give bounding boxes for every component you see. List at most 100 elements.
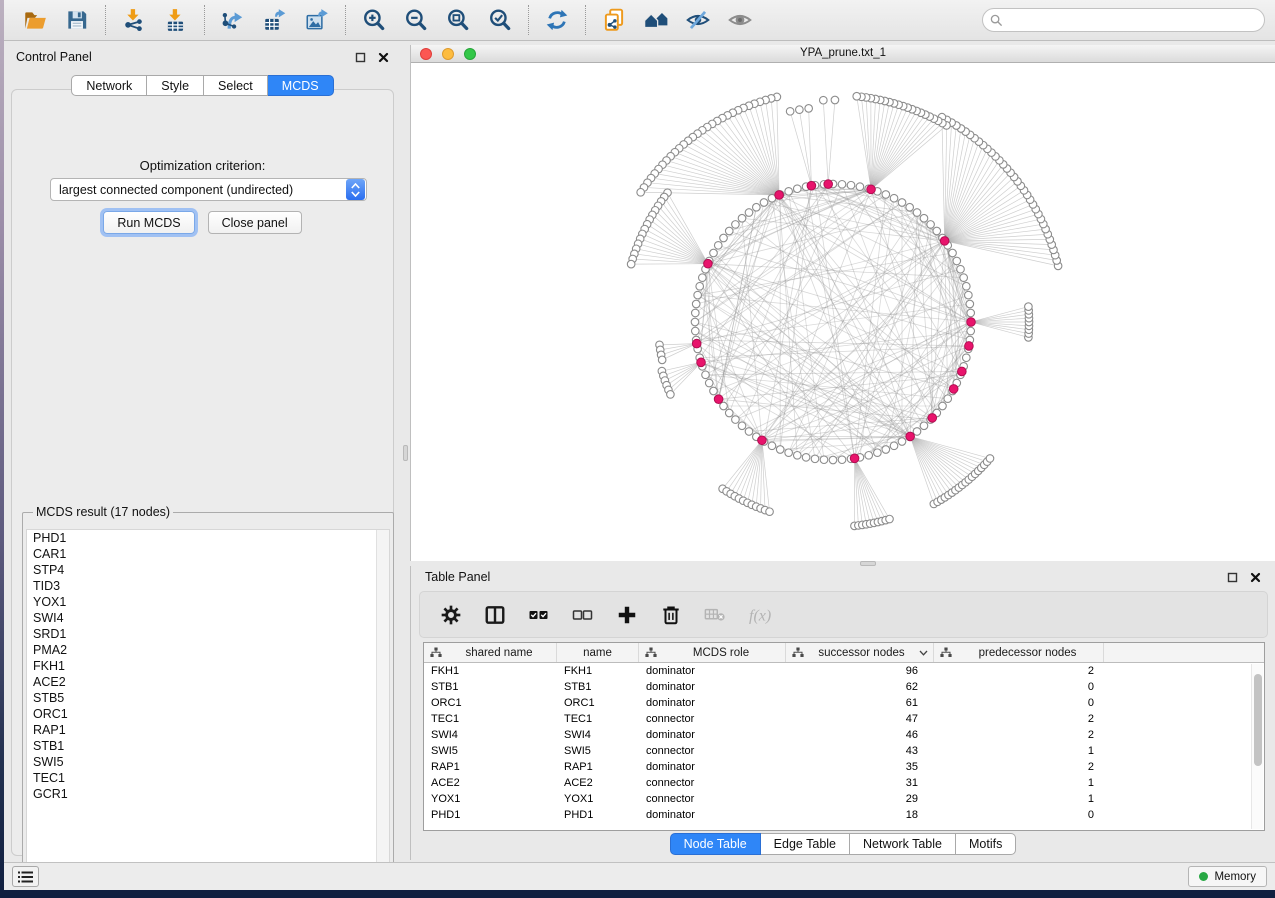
table-row[interactable]: SWI5SWI5connector431 (424, 743, 1264, 759)
column-header-successor-nodes[interactable]: successor nodes (786, 643, 934, 662)
network-titlebar[interactable]: YPA_prune.txt_1 (411, 45, 1275, 63)
mcds-result-item[interactable]: PMA2 (27, 642, 389, 658)
mcds-result-item[interactable]: SRD1 (27, 626, 389, 642)
table-row[interactable]: STB1STB1dominator620 (424, 679, 1264, 695)
node-table-header: shared namenameMCDS rolesuccessor nodesp… (424, 643, 1264, 663)
mcds-result-item[interactable]: STP4 (27, 562, 389, 578)
table-row[interactable]: PHD1PHD1dominator180 (424, 807, 1264, 823)
vertical-splitter[interactable] (401, 45, 410, 861)
mcds-result-item[interactable]: PHD1 (27, 530, 389, 546)
tab-style[interactable]: Style (147, 75, 204, 96)
run-mcds-button[interactable]: Run MCDS (103, 211, 194, 234)
table-row[interactable]: ORC1ORC1dominator610 (424, 695, 1264, 711)
mcds-result-item[interactable]: RAP1 (27, 722, 389, 738)
delete-column-icon[interactable] (660, 604, 682, 626)
deselect-all-icon[interactable] (572, 604, 594, 626)
clone-network-icon[interactable] (593, 3, 635, 37)
zoom-selected-icon[interactable] (479, 3, 521, 37)
search-box[interactable] (982, 8, 1265, 32)
table-row[interactable]: FKH1FKH1dominator962 (424, 663, 1264, 679)
column-header-shared-name[interactable]: shared name (424, 643, 557, 662)
close-panel-icon[interactable] (1250, 572, 1261, 583)
hide-selected-icon[interactable] (677, 3, 719, 37)
task-history-button[interactable] (12, 866, 39, 887)
table-row[interactable]: SWI4SWI4dominator462 (424, 727, 1264, 743)
app-window: Control Panel Optimization criterion: la… (4, 0, 1275, 890)
apply-layout-icon[interactable] (536, 3, 578, 37)
mcds-result-item[interactable]: ORC1 (27, 706, 389, 722)
mcds-result-list[interactable]: PHD1CAR1STP4TID3YOX1SWI4SRD1PMA2FKH1ACE2… (26, 529, 390, 880)
tab-edge-table[interactable]: Edge Table (761, 833, 850, 855)
table-cell: dominator (639, 759, 786, 775)
column-header-predecessor-nodes[interactable]: predecessor nodes (934, 643, 1104, 662)
mcds-result-item[interactable]: TID3 (27, 578, 389, 594)
show-all-icon[interactable] (719, 3, 761, 37)
table-row[interactable]: RAP1RAP1dominator352 (424, 759, 1264, 775)
table-row[interactable]: YOX1YOX1connector291 (424, 791, 1264, 807)
table-scrollbar-thumb[interactable] (1254, 674, 1262, 766)
column-header-name[interactable]: name (557, 643, 639, 662)
table-scrollbar[interactable] (1251, 664, 1263, 829)
mcds-result-item[interactable]: SWI4 (27, 610, 389, 626)
table-cell: 0 (934, 679, 1104, 695)
memory-button[interactable]: Memory (1188, 866, 1267, 887)
search-input[interactable] (1008, 10, 1257, 30)
export-network-icon[interactable] (212, 3, 254, 37)
tab-network-table[interactable]: Network Table (850, 833, 956, 855)
mcds-result-item[interactable]: YOX1 (27, 594, 389, 610)
close-window-icon[interactable] (420, 48, 432, 60)
toolbar-separator (204, 5, 205, 35)
splitter-handle[interactable] (403, 445, 408, 461)
mcds-result-item[interactable]: FKH1 (27, 658, 389, 674)
mcds-result-item[interactable]: GCR1 (27, 786, 389, 802)
svg-text:f(x): f(x) (749, 607, 771, 624)
tab-network[interactable]: Network (71, 75, 147, 96)
mcds-result-item[interactable]: STB1 (27, 738, 389, 754)
pin-panel-icon[interactable] (484, 604, 506, 626)
mcds-result-item[interactable]: CAR1 (27, 546, 389, 562)
table-cell: 1 (934, 775, 1104, 791)
import-network-icon[interactable] (113, 3, 155, 37)
float-panel-icon[interactable] (1227, 572, 1238, 583)
tab-motifs[interactable]: Motifs (956, 833, 1016, 855)
select-all-icon[interactable] (528, 604, 550, 626)
table-row[interactable]: TEC1TEC1connector472 (424, 711, 1264, 727)
table-cell: 35 (786, 759, 934, 775)
minimize-window-icon[interactable] (442, 48, 454, 60)
mcds-tab-content: Optimization criterion: largest connecte… (11, 89, 394, 856)
node-table[interactable]: shared namenameMCDS rolesuccessor nodesp… (423, 642, 1265, 831)
table-cell: 18 (786, 807, 934, 823)
first-neighbors-icon[interactable] (635, 3, 677, 37)
mcds-result-item[interactable]: SWI5 (27, 754, 389, 770)
table-cell: 2 (934, 727, 1104, 743)
mcds-items-holder: PHD1CAR1STP4TID3YOX1SWI4SRD1PMA2FKH1ACE2… (27, 530, 389, 802)
table-row[interactable]: ACE2ACE2connector311 (424, 775, 1264, 791)
mcds-list-scrollbar[interactable] (376, 530, 389, 879)
table-cell: ORC1 (424, 695, 557, 711)
table-cell: PHD1 (557, 807, 639, 823)
network-canvas[interactable] (411, 63, 1275, 561)
add-column-icon[interactable] (616, 604, 638, 626)
table-settings-icon[interactable] (440, 604, 462, 626)
column-header-MCDS-role[interactable]: MCDS role (639, 643, 786, 662)
close-panel-button[interactable]: Close panel (208, 211, 302, 234)
zoom-fit-icon[interactable] (437, 3, 479, 37)
tab-mcds[interactable]: MCDS (268, 75, 334, 96)
close-panel-icon[interactable] (378, 52, 389, 63)
mcds-result-item[interactable]: TEC1 (27, 770, 389, 786)
open-file-icon[interactable] (14, 3, 56, 37)
import-table-icon[interactable] (155, 3, 197, 37)
tab-node-table[interactable]: Node Table (670, 833, 761, 855)
mcds-result-fieldset: MCDS result (17 nodes) PHD1CAR1STP4TID3Y… (22, 512, 394, 884)
float-panel-icon[interactable] (355, 52, 366, 63)
tab-select[interactable]: Select (204, 75, 268, 96)
maximize-window-icon[interactable] (464, 48, 476, 60)
zoom-in-icon[interactable] (353, 3, 395, 37)
save-session-icon[interactable] (56, 3, 98, 37)
export-image-icon[interactable] (296, 3, 338, 37)
optimization-criterion-select[interactable]: largest connected component (undirected) (50, 178, 367, 201)
export-table-icon[interactable] (254, 3, 296, 37)
mcds-result-item[interactable]: STB5 (27, 690, 389, 706)
mcds-result-item[interactable]: ACE2 (27, 674, 389, 690)
zoom-out-icon[interactable] (395, 3, 437, 37)
